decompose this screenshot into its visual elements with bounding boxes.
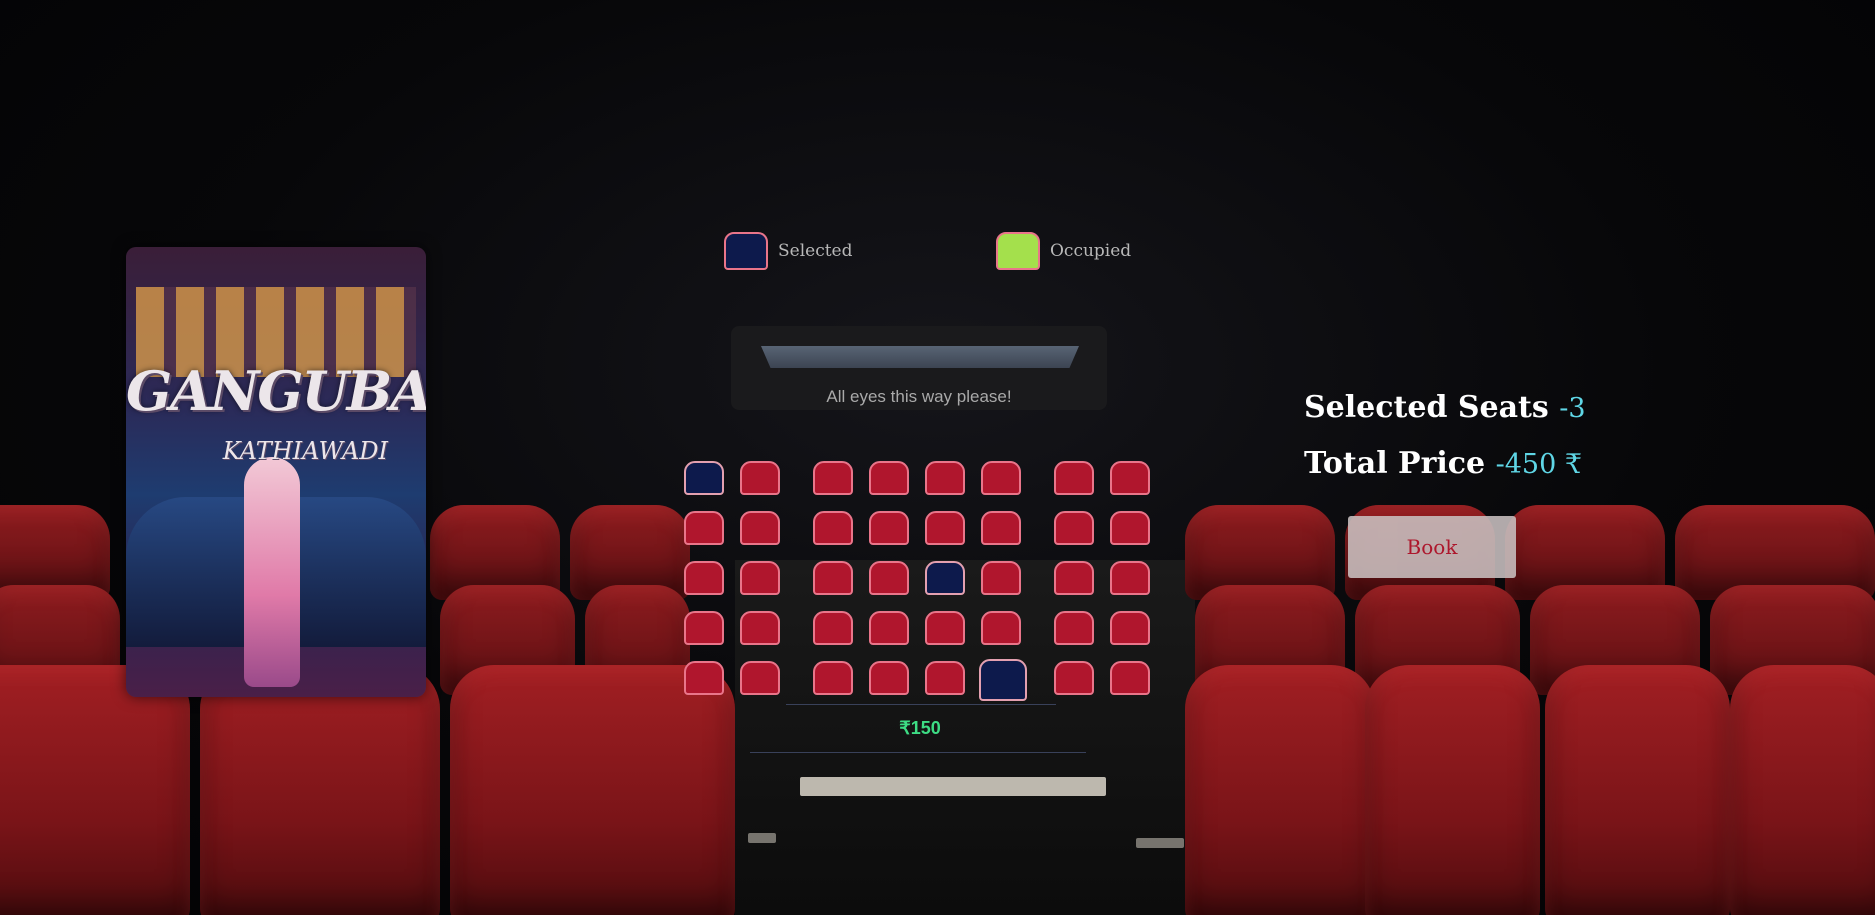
seat[interactable] bbox=[684, 511, 724, 545]
seat[interactable] bbox=[813, 461, 853, 495]
seat[interactable] bbox=[869, 511, 909, 545]
seat[interactable] bbox=[925, 561, 965, 595]
seat[interactable] bbox=[813, 611, 853, 645]
seat[interactable] bbox=[981, 611, 1021, 645]
selected-seats-value: -3 bbox=[1559, 393, 1586, 424]
theatre-chair bbox=[1185, 665, 1375, 915]
seat[interactable] bbox=[979, 659, 1027, 701]
seat[interactable] bbox=[869, 611, 909, 645]
poster-subtitle: KATHIAWADI bbox=[222, 437, 388, 465]
seat[interactable] bbox=[925, 511, 965, 545]
occupied-swatch bbox=[996, 232, 1040, 270]
legend-selected: Selected bbox=[724, 232, 853, 270]
seat[interactable] bbox=[1054, 561, 1094, 595]
legend-selected-label: Selected bbox=[778, 241, 853, 261]
legend-occupied-label: Occupied bbox=[1050, 241, 1132, 261]
seat[interactable] bbox=[981, 461, 1021, 495]
seat[interactable] bbox=[869, 561, 909, 595]
seat[interactable] bbox=[1110, 461, 1150, 495]
theatre-chair bbox=[450, 665, 735, 915]
selected-seats-label: Selected Seats bbox=[1304, 390, 1549, 425]
total-price-label: Total Price bbox=[1304, 446, 1486, 481]
screen-bar bbox=[761, 346, 1079, 368]
seat[interactable] bbox=[740, 561, 780, 595]
seat[interactable] bbox=[1110, 611, 1150, 645]
seat[interactable] bbox=[1054, 511, 1094, 545]
theatre-chair bbox=[1730, 665, 1875, 915]
seat[interactable] bbox=[740, 611, 780, 645]
seat[interactable] bbox=[684, 561, 724, 595]
seat[interactable] bbox=[813, 511, 853, 545]
seat[interactable] bbox=[1110, 561, 1150, 595]
poster-figure bbox=[244, 457, 300, 687]
screen-caption: All eyes this way please! bbox=[826, 387, 1012, 406]
price-divider-top bbox=[786, 704, 1056, 705]
seat[interactable] bbox=[1054, 661, 1094, 695]
seat[interactable] bbox=[813, 561, 853, 595]
selected-swatch bbox=[724, 232, 768, 270]
price-tier-label: ₹150 bbox=[899, 718, 941, 738]
theatre-chair bbox=[1365, 665, 1540, 915]
seat[interactable] bbox=[684, 461, 724, 495]
seat[interactable] bbox=[740, 461, 780, 495]
seat[interactable] bbox=[981, 561, 1021, 595]
seat[interactable] bbox=[925, 461, 965, 495]
seat[interactable] bbox=[740, 511, 780, 545]
aisle-step bbox=[748, 833, 776, 843]
price-divider-bottom bbox=[750, 752, 1086, 753]
book-button[interactable]: Book bbox=[1348, 516, 1516, 578]
screen: All eyes this way please! bbox=[731, 326, 1107, 410]
legend-occupied: Occupied bbox=[996, 232, 1131, 270]
seat[interactable] bbox=[981, 511, 1021, 545]
seat[interactable] bbox=[925, 611, 965, 645]
theatre-chair bbox=[0, 665, 190, 915]
seat[interactable] bbox=[1054, 611, 1094, 645]
aisle-step bbox=[800, 777, 1106, 796]
seat[interactable] bbox=[684, 661, 724, 695]
seat[interactable] bbox=[925, 661, 965, 695]
seat[interactable] bbox=[684, 611, 724, 645]
theatre-chair bbox=[1545, 665, 1730, 915]
seat[interactable] bbox=[1054, 461, 1094, 495]
seat[interactable] bbox=[740, 661, 780, 695]
aisle-step bbox=[1136, 838, 1184, 848]
seat[interactable] bbox=[869, 461, 909, 495]
seat[interactable] bbox=[813, 661, 853, 695]
total-price-value: -450 ₹ bbox=[1495, 449, 1583, 480]
movie-poster: GANGUBAI KATHIAWADI bbox=[126, 247, 426, 697]
selected-seats-line: Selected Seats -3 bbox=[1304, 390, 1586, 425]
seat[interactable] bbox=[869, 661, 909, 695]
poster-title: GANGUBAI bbox=[126, 359, 426, 423]
seat[interactable] bbox=[1110, 661, 1150, 695]
total-price-line: Total Price -450 ₹ bbox=[1304, 446, 1582, 481]
theatre-chair bbox=[200, 665, 440, 915]
seat[interactable] bbox=[1110, 511, 1150, 545]
